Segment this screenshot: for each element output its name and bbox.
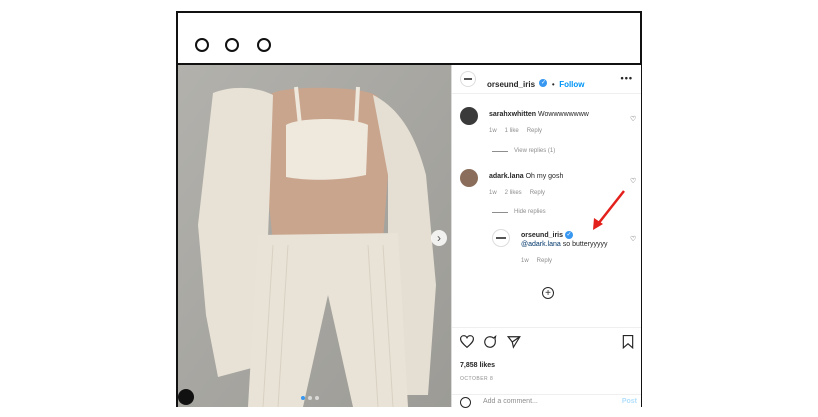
avatar[interactable] [492,229,510,247]
carousel-next-button[interactable]: › [431,230,447,246]
carousel-dot [315,396,319,400]
like-comment-icon[interactable]: ♡ [630,235,636,243]
post-image[interactable]: › [178,65,451,407]
reply-meta: 1w Reply [521,258,552,264]
comment: sarahxwhitten Wowwwwwwww [489,111,589,118]
post-actions: 7,858 likes OCTOBER 8 Add a comment... P… [452,327,641,408]
like-count[interactable]: 7,858 likes [460,362,495,369]
reply-text: so butteryyyyy [560,241,608,248]
reply-username[interactable]: orseund_iris [521,232,563,239]
mention-link[interactable]: @adark.lana [521,241,561,248]
post-side-panel: orseund_iris ✓ • Follow ••• sarahxwhitte… [451,65,641,408]
hide-replies-label: Hide replies [514,209,546,215]
reply-time[interactable]: 1w [521,258,529,264]
comment-likes[interactable]: 1 like [505,128,519,134]
comment-username[interactable]: adark.lana [489,173,524,180]
post-username[interactable]: orseund_iris [487,80,535,89]
like-icon[interactable] [460,335,474,348]
post-photo-illustration [178,65,451,407]
comment-text: Wowwwwwwww [538,111,589,118]
reply-comment: orseund_iris ✓ [521,231,573,239]
separator: • [551,80,555,89]
window-control-circle[interactable] [195,38,209,52]
annotation-arrow-icon [593,190,625,230]
more-options-icon[interactable]: ••• [621,73,633,83]
comment-time[interactable]: 1w [489,190,497,196]
comment-time[interactable]: 1w [489,128,497,134]
window-control-circle[interactable] [225,38,239,52]
reply-body: @adark.lana so butteryyyyy [521,241,607,248]
like-comment-icon[interactable]: ♡ [630,177,636,185]
view-replies-toggle[interactable]: View replies (1) [492,148,555,154]
verified-icon: ✓ [539,78,548,87]
browser-window: › orseund_iris ✓ • Follow ••• sarahxwhit… [176,11,642,408]
divider [492,150,508,152]
like-comment-icon[interactable]: ♡ [630,115,636,123]
avatar[interactable] [460,71,476,87]
comment-meta: 1w 1 like Reply [489,128,542,134]
carousel-dot [308,396,312,400]
divider [492,211,508,213]
share-icon[interactable] [507,335,521,349]
comment-input-bar: Add a comment... Post [452,394,641,409]
comment-input[interactable]: Add a comment... [483,398,538,405]
comment-likes[interactable]: 2 likes [505,190,522,196]
follow-button[interactable]: Follow [559,80,584,89]
avatar[interactable] [460,107,478,125]
reply-button[interactable]: Reply [527,128,542,134]
hide-replies-toggle[interactable]: Hide replies [492,209,546,215]
verified-icon: ✓ [564,231,573,239]
comment-meta: 1w 2 likes Reply [489,190,545,196]
view-replies-label: View replies (1) [514,148,556,154]
avatar[interactable] [460,169,478,187]
carousel-indicator [301,396,319,400]
load-more-comments-button[interactable]: + [542,287,554,299]
carousel-dot [301,396,305,400]
post-date[interactable]: OCTOBER 8 [460,376,493,382]
save-icon[interactable] [622,335,634,349]
post-header: orseund_iris ✓ • Follow ••• [452,65,641,94]
post-comment-button[interactable]: Post [622,398,637,405]
window-control-circle[interactable] [257,38,271,52]
reply-button[interactable]: Reply [537,258,552,264]
reply-button[interactable]: Reply [530,190,545,196]
window-titlebar [178,13,640,65]
comment-username[interactable]: sarahxwhitten [489,111,536,118]
emoji-icon[interactable] [460,397,471,408]
comment: adark.lana Oh my gosh [489,173,563,180]
comment-icon[interactable] [483,335,497,349]
comment-text: Oh my gosh [525,173,564,180]
tagged-user-icon[interactable] [178,389,194,405]
